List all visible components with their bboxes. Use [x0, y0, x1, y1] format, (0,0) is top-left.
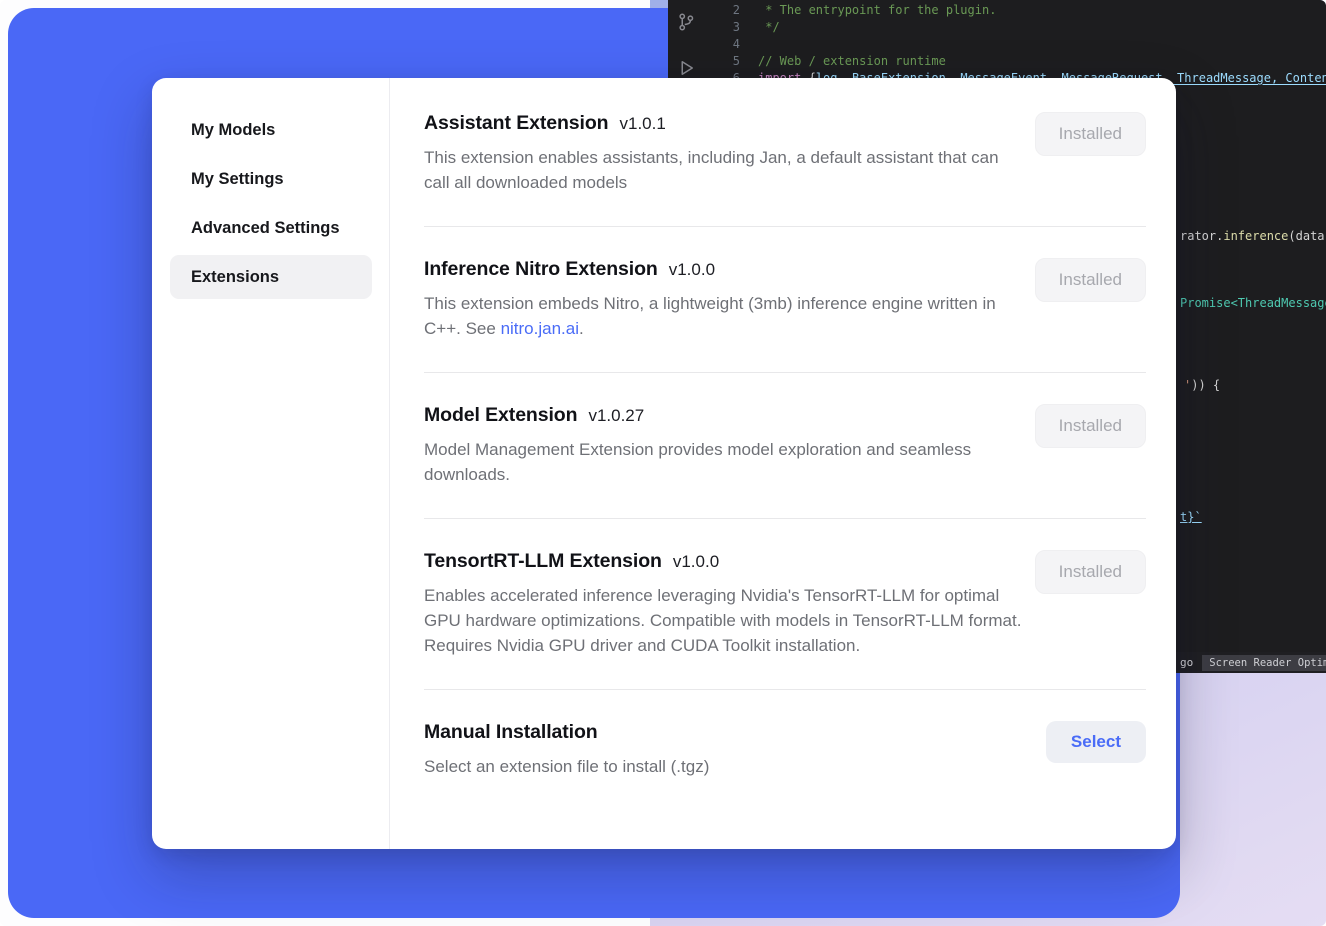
extension-entry: Inference Nitro Extension v1.0.0 This ex… — [424, 227, 1146, 373]
extension-entry: Model Extension v1.0.27 Model Management… — [424, 373, 1146, 519]
code-line: 3 */ — [704, 19, 1326, 36]
sidebar-item-extensions[interactable]: Extensions — [170, 255, 372, 299]
line-number: 5 — [704, 53, 740, 70]
screen-reader-status-chip[interactable]: Screen Reader Optimized — [1202, 655, 1326, 671]
sidebar-item-my-settings[interactable]: My Settings — [170, 157, 372, 201]
line-number: 4 — [704, 36, 740, 53]
extension-title: Assistant Extension — [424, 112, 608, 135]
code-fragment: ')) { — [1184, 378, 1220, 392]
installed-button-model[interactable]: Installed — [1035, 404, 1146, 448]
extension-title: Inference Nitro Extension — [424, 258, 658, 281]
extension-version: v1.0.1 — [619, 114, 665, 134]
extension-title: Manual Installation — [424, 721, 598, 744]
code-line: 2 * The entrypoint for the plugin. — [704, 2, 1326, 19]
extension-version: v1.0.0 — [669, 260, 715, 280]
code-editor[interactable]: 2 * The entrypoint for the plugin. 3 */ … — [704, 2, 1326, 87]
extension-version: v1.0.0 — [673, 552, 719, 572]
extension-description: This extension embeds Nitro, a lightweig… — [424, 291, 1022, 341]
line-number: 3 — [704, 19, 740, 36]
code-line: 5 // Web / extension runtime — [704, 53, 1326, 70]
extensions-panel: Assistant Extension v1.0.1 This extensio… — [390, 78, 1176, 849]
extension-description: Enables accelerated inference leveraging… — [424, 583, 1022, 658]
code-fragment: t}` — [1180, 510, 1202, 524]
extension-description: Model Management Extension provides mode… — [424, 437, 1022, 487]
select-file-button[interactable]: Select — [1046, 721, 1146, 763]
settings-sidebar: My Models My Settings Advanced Settings … — [152, 78, 390, 849]
desktop: 2 * The entrypoint for the plugin. 3 */ … — [0, 0, 1326, 926]
extension-title: Model Extension — [424, 404, 577, 427]
code-line: 4 — [704, 36, 1326, 53]
code-fragment: rator.inference(data)); — [1180, 229, 1326, 243]
installed-button-nitro[interactable]: Installed — [1035, 258, 1146, 302]
extension-description: This extension enables assistants, inclu… — [424, 145, 1022, 195]
source-control-icon[interactable] — [676, 12, 696, 32]
settings-modal: My Models My Settings Advanced Settings … — [152, 78, 1176, 849]
sidebar-item-advanced-settings[interactable]: Advanced Settings — [170, 206, 372, 250]
nitro-jan-ai-link[interactable]: nitro.jan.ai — [501, 319, 579, 338]
code-fragment: Promise<ThreadMessage> — [1180, 296, 1326, 310]
extension-entry: TensortRT-LLM Extension v1.0.0 Enables a… — [424, 519, 1146, 690]
extension-title: TensortRT-LLM Extension — [424, 550, 662, 573]
manual-installation-entry: Manual Installation Select an extension … — [424, 690, 1146, 810]
extension-version: v1.0.27 — [588, 406, 644, 426]
installed-button-assistant[interactable]: Installed — [1035, 112, 1146, 156]
extension-entry: Assistant Extension v1.0.1 This extensio… — [424, 112, 1146, 227]
run-debug-icon[interactable] — [676, 58, 696, 78]
status-text: go — [1180, 656, 1193, 669]
extension-description: Select an extension file to install (.tg… — [424, 754, 709, 779]
line-number: 2 — [704, 2, 740, 19]
installed-button-tensorrt[interactable]: Installed — [1035, 550, 1146, 594]
sidebar-item-my-models[interactable]: My Models — [170, 108, 372, 152]
